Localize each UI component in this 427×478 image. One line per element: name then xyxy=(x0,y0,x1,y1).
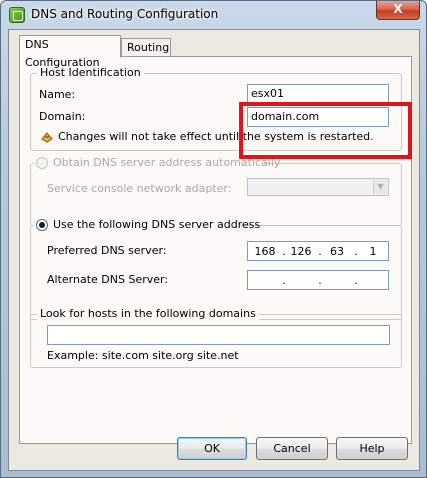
preferred-dns-octet-4: 1 xyxy=(369,245,377,258)
dns-manual-radio-label: Use the following DNS server address xyxy=(53,218,261,231)
tab-dns-configuration[interactable]: DNS Configuration xyxy=(19,35,121,69)
preferred-dns-octet-2: 126 xyxy=(290,245,312,258)
search-domains-input[interactable] xyxy=(47,325,390,345)
alternate-dns-label: Alternate DNS Server: xyxy=(47,273,169,286)
chevron-down-icon[interactable]: ▼ xyxy=(373,180,387,194)
ok-button[interactable]: OK xyxy=(177,437,247,460)
name-input[interactable]: esx01 xyxy=(247,84,389,104)
restart-warning-text: Changes will not take effect until the s… xyxy=(58,130,374,143)
cancel-button[interactable]: Cancel xyxy=(256,437,328,460)
domain-label: Domain: xyxy=(39,110,86,123)
dns-auto-radio-row[interactable]: Obtain DNS server address automatically xyxy=(34,155,280,171)
preferred-dns-label: Preferred DNS server: xyxy=(47,244,167,257)
window-title: DNS and Routing Configuration xyxy=(31,7,219,21)
search-domains-title: Look for hosts in the following domains xyxy=(37,307,259,320)
adapter-label: Service console network adapter: xyxy=(47,182,232,195)
tab-routing[interactable]: Routing xyxy=(121,38,171,58)
alternate-dns-input[interactable]: . . . xyxy=(247,270,389,290)
dns-manual-radio[interactable] xyxy=(36,219,48,231)
adapter-select[interactable]: ▼ xyxy=(247,178,389,196)
ip-dot: . xyxy=(354,245,358,258)
ip-dot: . xyxy=(318,274,322,287)
search-domains-example: Example: site.com site.org site.net xyxy=(47,349,239,362)
title-bar[interactable]: DNS and Routing Configuration X xyxy=(1,1,426,29)
warning-icon xyxy=(41,131,53,143)
dialog-client-area: DNS Configuration Routing Host Identific… xyxy=(8,29,420,471)
domain-input[interactable]: domain.com xyxy=(247,107,389,127)
app-icon xyxy=(9,7,25,23)
preferred-dns-octet-1: 168 xyxy=(254,245,276,258)
dns-configuration-panel: Host Identification Name: esx01 Domain: … xyxy=(19,56,412,444)
ip-dot: . xyxy=(282,274,286,287)
name-label: Name: xyxy=(39,88,76,101)
dns-auto-radio-label: Obtain DNS server address automatically xyxy=(53,156,281,169)
tab-routing-label: Routing xyxy=(127,41,170,54)
ip-dot: . xyxy=(354,274,358,287)
help-button[interactable]: Help xyxy=(336,437,408,460)
preferred-dns-octet-3: 63 xyxy=(330,245,344,258)
preferred-dns-input[interactable]: 168 . 126 . 63 . 1 xyxy=(247,241,389,261)
tab-dns-configuration-label: DNS Configuration xyxy=(25,38,100,69)
ip-dot: . xyxy=(318,245,322,258)
dns-manual-radio-row[interactable]: Use the following DNS server address xyxy=(34,217,260,233)
close-button[interactable]: X xyxy=(376,1,420,20)
ip-dot: . xyxy=(282,245,286,258)
dns-auto-radio[interactable] xyxy=(36,157,48,169)
dialog-window: DNS and Routing Configuration X DNS Conf… xyxy=(0,0,427,478)
